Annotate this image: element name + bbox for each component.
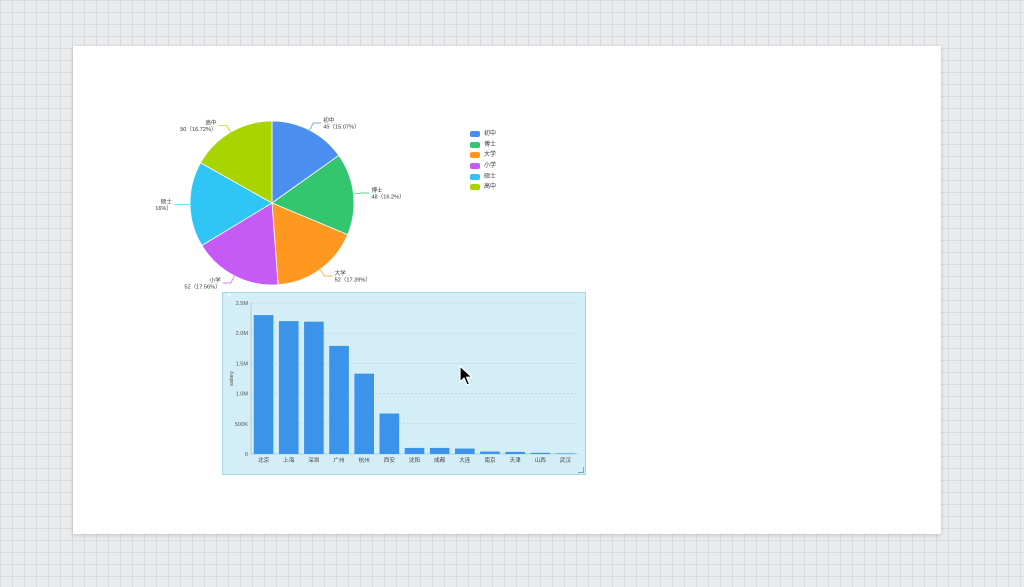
- legend-swatch: [470, 173, 480, 180]
- legend-swatch: [470, 152, 480, 159]
- mouse-pointer-icon: [459, 365, 473, 386]
- legend-item[interactable]: 小学: [470, 161, 496, 172]
- bar[interactable]: [454, 448, 475, 454]
- pie-chart-widget[interactable]: 初中 45（15.07%） 博士 48（16.2%） 大学 52（17.39%） 小学 52（…: [153, 86, 533, 296]
- pie-label-line: [309, 122, 322, 131]
- legend-swatch: [470, 184, 480, 191]
- legend-label: 博士: [484, 141, 497, 148]
- legend-swatch: [470, 131, 480, 138]
- pie-label-name: 初中: [323, 116, 335, 124]
- bar[interactable]: [329, 345, 349, 454]
- pie-label-value: 45（15.07%）: [323, 124, 359, 131]
- pie-label-name: 大学: [335, 269, 347, 277]
- legend-label: 硕士: [484, 173, 497, 180]
- y-tick-label: 2.5M: [236, 301, 249, 307]
- pie-label-value: 50（16.72%）: [180, 126, 216, 133]
- legend-item[interactable]: 硕士: [470, 171, 496, 182]
- x-tick-label: 武汉: [560, 456, 572, 464]
- x-tick-label: 天津: [510, 457, 522, 464]
- legend-label: 高中: [484, 184, 497, 191]
- x-tick-label: 深圳: [308, 456, 320, 464]
- bar-chart: 0 500K 1.0M 1.5M 2.0M 2.5M salary 北京 上海 深圳 广州 杭州 西安 沈…: [229, 301, 578, 464]
- x-tick-label: 大连: [459, 456, 471, 464]
- legend-item[interactable]: 博士: [470, 140, 496, 151]
- pie-label-name: 硕士: [161, 197, 173, 205]
- bar[interactable]: [555, 453, 576, 454]
- pie-label-value: 52（17.56%）: [184, 283, 220, 290]
- bar[interactable]: [480, 451, 500, 454]
- legend-label: 大学: [484, 152, 497, 159]
- bar[interactable]: [404, 447, 425, 454]
- pie-label-value: 16%）: [155, 205, 172, 212]
- bar[interactable]: [379, 413, 400, 454]
- bar[interactable]: [429, 447, 450, 454]
- y-tick-label: 1.0M: [236, 392, 249, 398]
- bar-chart-widget[interactable]: 0 500K 1.0M 1.5M 2.0M 2.5M salary 北京 上海 深圳 广州 杭州 西安 沈…: [222, 292, 586, 475]
- legend-item[interactable]: 高中: [470, 182, 496, 193]
- pie-label-name: 博士: [371, 186, 383, 194]
- bar[interactable]: [354, 373, 375, 454]
- pie-label-line: [353, 192, 370, 195]
- bar[interactable]: [278, 321, 299, 454]
- pie-label-value: 52（17.39%）: [335, 277, 371, 284]
- legend-item[interactable]: 大学: [470, 150, 496, 161]
- pie-label-line: [222, 275, 235, 284]
- pie-label-name: 高中: [205, 118, 217, 126]
- bar[interactable]: [505, 451, 525, 454]
- pie-label-line: [218, 124, 231, 133]
- pie-label-value: 48（16.2%）: [371, 194, 404, 201]
- dashboard-canvas: 初中 45（15.07%） 博士 48（16.2%） 大学 52（17.39%） 小学 52（…: [73, 46, 941, 534]
- y-tick-label: 2.0M: [236, 331, 249, 337]
- bar[interactable]: [304, 321, 324, 454]
- legend-item[interactable]: 初中: [470, 129, 496, 140]
- pie-label-line: [319, 269, 333, 277]
- bar[interactable]: [530, 452, 551, 454]
- x-tick-label: 山西: [535, 456, 547, 464]
- resize-handle-icon[interactable]: [578, 467, 584, 473]
- pie-label-name: 小学: [210, 276, 222, 284]
- y-tick-label: 0: [245, 452, 248, 458]
- x-tick-label: 成都: [434, 456, 446, 464]
- x-tick-label: 杭州: [359, 456, 370, 464]
- x-tick-label: 沈阳: [409, 456, 421, 464]
- x-tick-label: 上海: [283, 456, 295, 464]
- x-tick-label: 南京: [484, 456, 496, 464]
- x-tick-label: 北京: [258, 456, 270, 464]
- legend-swatch: [470, 141, 480, 148]
- y-tick-label: 1.5M: [236, 361, 249, 367]
- y-axis-label: salary: [229, 371, 235, 386]
- bar[interactable]: [253, 315, 274, 454]
- x-tick-label: 西安: [384, 456, 396, 464]
- legend-label: 小学: [484, 163, 497, 170]
- expand-icon[interactable]: [223, 293, 231, 301]
- legend-swatch: [470, 163, 480, 170]
- y-tick-label: 500K: [235, 422, 248, 428]
- x-tick-label: 广州: [333, 456, 344, 464]
- legend-label: 初中: [484, 131, 497, 138]
- pie-legend: 初中博士大学小学硕士高中: [470, 129, 496, 193]
